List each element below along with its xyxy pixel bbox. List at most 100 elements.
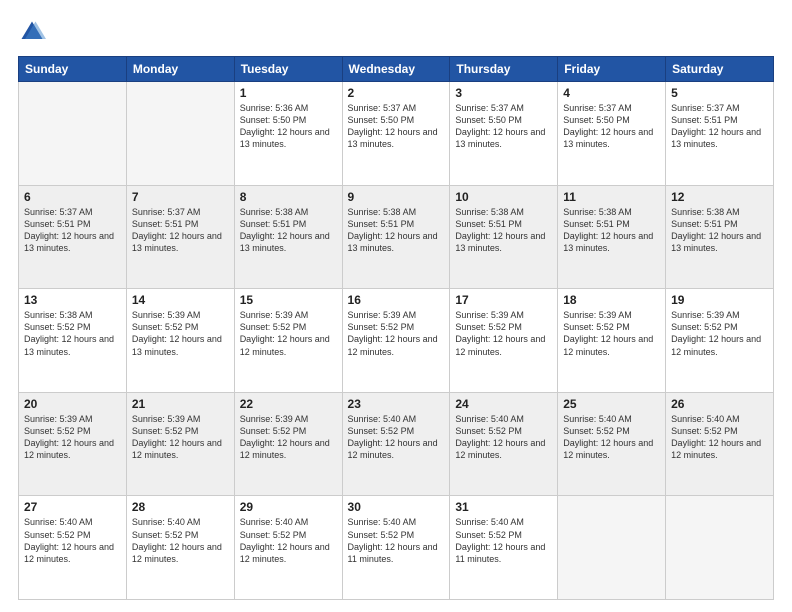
calendar-week-row: 6 Sunrise: 5:37 AM Sunset: 5:51 PM Daylig…	[19, 185, 774, 289]
day-info: Sunrise: 5:37 AM Sunset: 5:51 PM Dayligh…	[132, 206, 229, 255]
day-number: 22	[240, 397, 337, 411]
day-number: 24	[455, 397, 552, 411]
day-number: 4	[563, 86, 660, 100]
calendar-cell	[666, 496, 774, 600]
day-number: 3	[455, 86, 552, 100]
calendar-cell: 8 Sunrise: 5:38 AM Sunset: 5:51 PM Daylig…	[234, 185, 342, 289]
day-number: 9	[348, 190, 445, 204]
day-info: Sunrise: 5:39 AM Sunset: 5:52 PM Dayligh…	[563, 309, 660, 358]
calendar-cell: 20 Sunrise: 5:39 AM Sunset: 5:52 PM Dayli…	[19, 392, 127, 496]
calendar-header-saturday: Saturday	[666, 57, 774, 82]
calendar-cell: 9 Sunrise: 5:38 AM Sunset: 5:51 PM Daylig…	[342, 185, 450, 289]
calendar-cell: 5Sunrise: 5:37 AM Sunset: 5:51 PM Daylig…	[666, 82, 774, 186]
day-number: 25	[563, 397, 660, 411]
calendar-cell: 3 Sunrise: 5:37 AM Sunset: 5:50 PM Daylig…	[450, 82, 558, 186]
calendar-week-row: 1 Sunrise: 5:36 AM Sunset: 5:50 PM Daylig…	[19, 82, 774, 186]
day-info: Sunrise: 5:40 AM Sunset: 5:52 PM Dayligh…	[455, 413, 552, 462]
calendar-header-friday: Friday	[558, 57, 666, 82]
day-number: 17	[455, 293, 552, 307]
calendar-cell: 15 Sunrise: 5:39 AM Sunset: 5:52 PM Dayli…	[234, 289, 342, 393]
calendar-cell	[558, 496, 666, 600]
day-number: 21	[132, 397, 229, 411]
day-info: Sunrise: 5:37 AM Sunset: 5:51 PM Dayligh…	[671, 102, 768, 151]
day-info: Sunrise: 5:39 AM Sunset: 5:52 PM Dayligh…	[240, 413, 337, 462]
logo-icon	[18, 18, 46, 46]
day-number: 19	[671, 293, 768, 307]
day-number: 8	[240, 190, 337, 204]
calendar-header-monday: Monday	[126, 57, 234, 82]
calendar-cell	[19, 82, 127, 186]
calendar-table: SundayMondayTuesdayWednesdayThursdayFrid…	[18, 56, 774, 600]
day-info: Sunrise: 5:39 AM Sunset: 5:52 PM Dayligh…	[132, 413, 229, 462]
day-number: 12	[671, 190, 768, 204]
calendar-cell: 21 Sunrise: 5:39 AM Sunset: 5:52 PM Dayli…	[126, 392, 234, 496]
calendar-cell: 16 Sunrise: 5:39 AM Sunset: 5:52 PM Dayli…	[342, 289, 450, 393]
day-number: 23	[348, 397, 445, 411]
day-info: Sunrise: 5:38 AM Sunset: 5:51 PM Dayligh…	[671, 206, 768, 255]
day-number: 16	[348, 293, 445, 307]
day-info: Sunrise: 5:39 AM Sunset: 5:52 PM Dayligh…	[348, 309, 445, 358]
day-info: Sunrise: 5:40 AM Sunset: 5:52 PM Dayligh…	[455, 516, 552, 565]
day-number: 11	[563, 190, 660, 204]
day-info: Sunrise: 5:37 AM Sunset: 5:50 PM Dayligh…	[455, 102, 552, 151]
day-info: Sunrise: 5:38 AM Sunset: 5:52 PM Dayligh…	[24, 309, 121, 358]
day-info: Sunrise: 5:37 AM Sunset: 5:51 PM Dayligh…	[24, 206, 121, 255]
day-info: Sunrise: 5:40 AM Sunset: 5:52 PM Dayligh…	[240, 516, 337, 565]
day-info: Sunrise: 5:40 AM Sunset: 5:52 PM Dayligh…	[671, 413, 768, 462]
day-info: Sunrise: 5:38 AM Sunset: 5:51 PM Dayligh…	[240, 206, 337, 255]
calendar-cell: 7 Sunrise: 5:37 AM Sunset: 5:51 PM Daylig…	[126, 185, 234, 289]
day-info: Sunrise: 5:39 AM Sunset: 5:52 PM Dayligh…	[132, 309, 229, 358]
day-info: Sunrise: 5:36 AM Sunset: 5:50 PM Dayligh…	[240, 102, 337, 151]
calendar-cell: 6 Sunrise: 5:37 AM Sunset: 5:51 PM Daylig…	[19, 185, 127, 289]
calendar-cell: 31 Sunrise: 5:40 AM Sunset: 5:52 PM Dayli…	[450, 496, 558, 600]
calendar-cell: 30Sunrise: 5:40 AM Sunset: 5:52 PM Dayli…	[342, 496, 450, 600]
day-info: Sunrise: 5:39 AM Sunset: 5:52 PM Dayligh…	[455, 309, 552, 358]
calendar-cell: 18 Sunrise: 5:39 AM Sunset: 5:52 PM Dayli…	[558, 289, 666, 393]
day-number: 10	[455, 190, 552, 204]
day-info: Sunrise: 5:40 AM Sunset: 5:52 PM Dayligh…	[348, 516, 445, 565]
calendar-week-row: 20 Sunrise: 5:39 AM Sunset: 5:52 PM Dayli…	[19, 392, 774, 496]
calendar-cell: 10 Sunrise: 5:38 AM Sunset: 5:51 PM Dayli…	[450, 185, 558, 289]
day-number: 7	[132, 190, 229, 204]
calendar-cell: 24 Sunrise: 5:40 AM Sunset: 5:52 PM Dayli…	[450, 392, 558, 496]
calendar-cell: 14Sunrise: 5:39 AM Sunset: 5:52 PM Dayli…	[126, 289, 234, 393]
day-number: 15	[240, 293, 337, 307]
day-number: 31	[455, 500, 552, 514]
calendar-cell: 25 Sunrise: 5:40 AM Sunset: 5:52 PM Dayli…	[558, 392, 666, 496]
calendar-cell: 1 Sunrise: 5:36 AM Sunset: 5:50 PM Daylig…	[234, 82, 342, 186]
header	[18, 18, 774, 46]
day-info: Sunrise: 5:38 AM Sunset: 5:51 PM Dayligh…	[455, 206, 552, 255]
day-number: 6	[24, 190, 121, 204]
page: SundayMondayTuesdayWednesdayThursdayFrid…	[0, 0, 792, 612]
calendar-cell: 22 Sunrise: 5:39 AM Sunset: 5:52 PM Dayli…	[234, 392, 342, 496]
calendar-cell: 19Sunrise: 5:39 AM Sunset: 5:52 PM Dayli…	[666, 289, 774, 393]
day-info: Sunrise: 5:37 AM Sunset: 5:50 PM Dayligh…	[563, 102, 660, 151]
day-number: 29	[240, 500, 337, 514]
day-info: Sunrise: 5:38 AM Sunset: 5:51 PM Dayligh…	[348, 206, 445, 255]
calendar-cell: 2Sunrise: 5:37 AM Sunset: 5:50 PM Daylig…	[342, 82, 450, 186]
day-number: 20	[24, 397, 121, 411]
day-info: Sunrise: 5:39 AM Sunset: 5:52 PM Dayligh…	[24, 413, 121, 462]
calendar-header-thursday: Thursday	[450, 57, 558, 82]
day-number: 28	[132, 500, 229, 514]
calendar-week-row: 27Sunrise: 5:40 AM Sunset: 5:52 PM Dayli…	[19, 496, 774, 600]
day-info: Sunrise: 5:38 AM Sunset: 5:51 PM Dayligh…	[563, 206, 660, 255]
day-number: 1	[240, 86, 337, 100]
day-info: Sunrise: 5:40 AM Sunset: 5:52 PM Dayligh…	[563, 413, 660, 462]
day-number: 26	[671, 397, 768, 411]
calendar-cell: 17 Sunrise: 5:39 AM Sunset: 5:52 PM Dayli…	[450, 289, 558, 393]
day-number: 18	[563, 293, 660, 307]
calendar-header-wednesday: Wednesday	[342, 57, 450, 82]
calendar-cell	[126, 82, 234, 186]
calendar-cell: 4 Sunrise: 5:37 AM Sunset: 5:50 PM Daylig…	[558, 82, 666, 186]
calendar-header-tuesday: Tuesday	[234, 57, 342, 82]
day-info: Sunrise: 5:39 AM Sunset: 5:52 PM Dayligh…	[240, 309, 337, 358]
calendar-week-row: 13Sunrise: 5:38 AM Sunset: 5:52 PM Dayli…	[19, 289, 774, 393]
calendar-cell: 11 Sunrise: 5:38 AM Sunset: 5:51 PM Dayli…	[558, 185, 666, 289]
calendar-header-row: SundayMondayTuesdayWednesdayThursdayFrid…	[19, 57, 774, 82]
calendar-header-sunday: Sunday	[19, 57, 127, 82]
day-info: Sunrise: 5:37 AM Sunset: 5:50 PM Dayligh…	[348, 102, 445, 151]
calendar-cell: 27Sunrise: 5:40 AM Sunset: 5:52 PM Dayli…	[19, 496, 127, 600]
calendar-cell: 23Sunrise: 5:40 AM Sunset: 5:52 PM Dayli…	[342, 392, 450, 496]
day-info: Sunrise: 5:40 AM Sunset: 5:52 PM Dayligh…	[24, 516, 121, 565]
